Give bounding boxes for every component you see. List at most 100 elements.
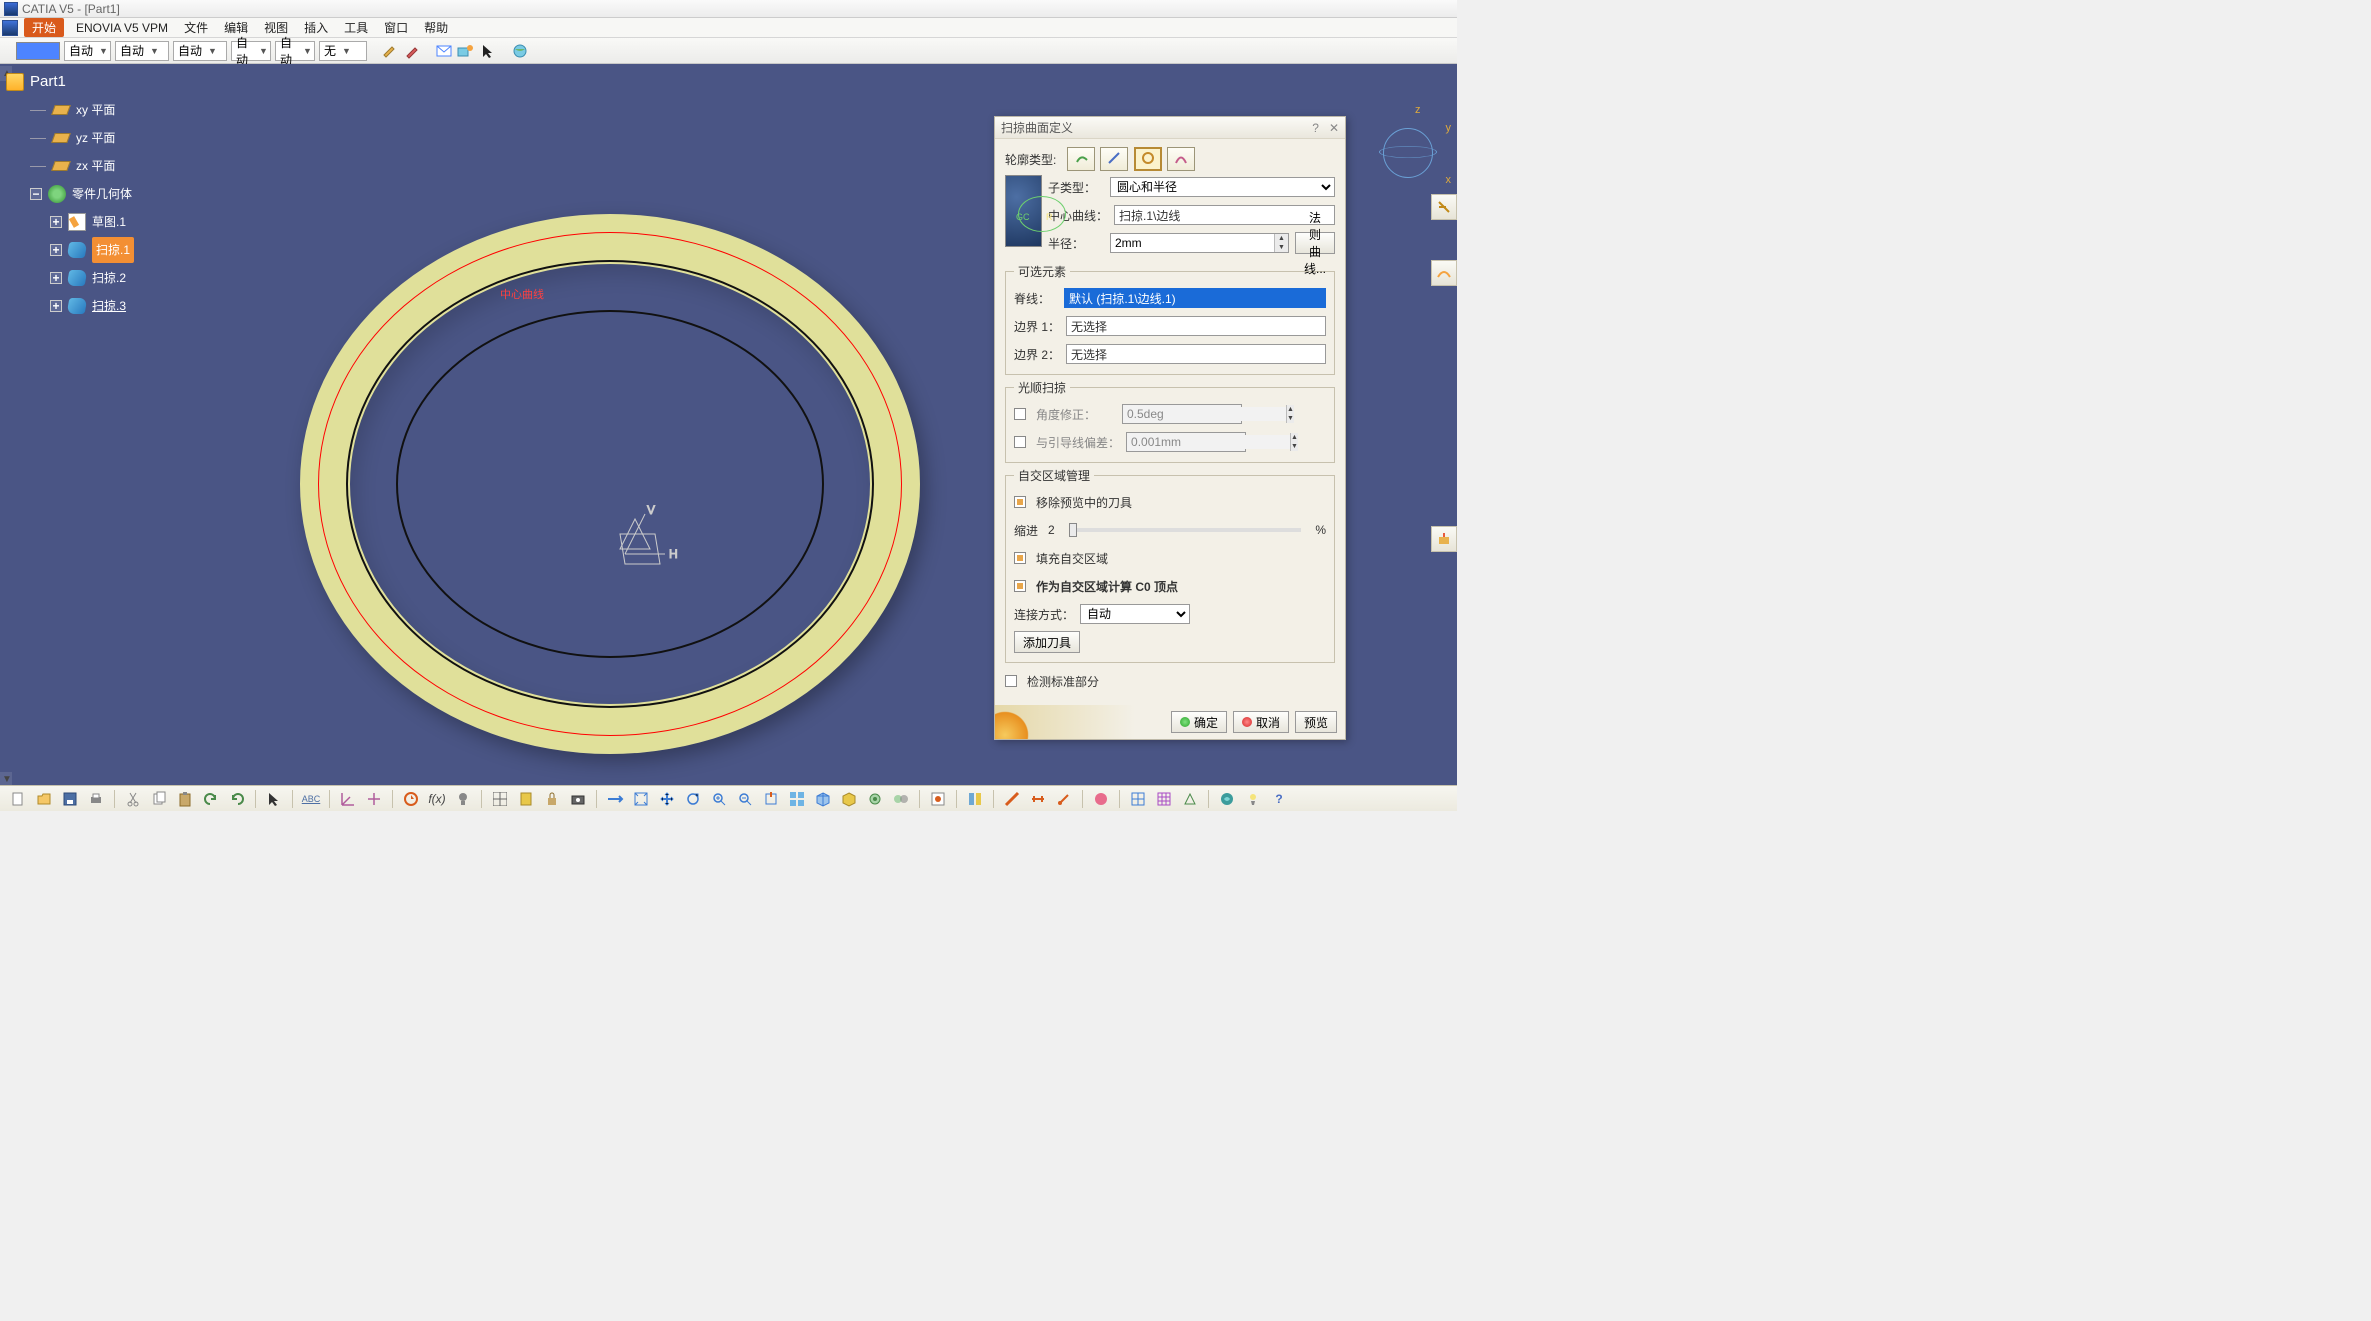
color-swatch[interactable] [16,42,60,60]
envelope-icon[interactable] [435,42,453,60]
setback-slider[interactable] [1069,528,1302,532]
fit-all-icon[interactable] [631,789,651,809]
canonical-checkbox[interactable] [1005,675,1017,687]
paint-icon[interactable] [381,42,399,60]
views-grid2-icon[interactable] [1154,789,1174,809]
compass-3d[interactable]: y x z [1375,108,1445,198]
combo-3[interactable]: 自动▼ [173,41,227,61]
fill-twisted-checkbox[interactable] [1014,552,1026,564]
system-icon[interactable] [2,20,18,36]
tree-sweep-3[interactable]: + 扫掠.3 [50,292,134,320]
radius-spinner[interactable]: ▲▼ [1110,233,1289,253]
menu-window[interactable]: 窗口 [376,17,416,38]
combo-4[interactable]: 自动▼ [231,41,271,61]
open-icon[interactable] [34,789,54,809]
rotate-icon[interactable] [683,789,703,809]
expand-icon[interactable]: + [50,216,62,228]
material-icon[interactable] [1091,789,1111,809]
zoom-out-icon[interactable] [735,789,755,809]
profile-explicit-button[interactable] [1067,147,1095,171]
menu-enovia[interactable]: ENOVIA V5 VPM [68,19,176,37]
right-tool-2[interactable] [1431,260,1457,286]
update-icon[interactable] [401,789,421,809]
boundary1-input[interactable]: 无选择 [1066,316,1326,336]
tree-body[interactable]: − 零件几何体 [30,180,134,208]
perspective-icon[interactable] [1180,789,1200,809]
expand-icon[interactable]: + [50,272,62,284]
views-grid-icon[interactable] [1128,789,1148,809]
measure2-icon[interactable] [1028,789,1048,809]
light-icon[interactable] [1243,789,1263,809]
close-icon[interactable]: ✕ [1329,121,1339,135]
tree-plane-xy[interactable]: xy 平面 [30,96,134,124]
catalog-icon[interactable] [516,789,536,809]
connection-combo[interactable]: 自动 [1080,604,1190,624]
combo-6[interactable]: 无▼ [319,41,367,61]
measure3-icon[interactable] [1054,789,1074,809]
brush-icon[interactable] [403,42,421,60]
profile-line-button[interactable] [1100,147,1128,171]
vpm-icon[interactable] [457,42,475,60]
guide-deviation-checkbox[interactable] [1014,436,1026,448]
catalog2-icon[interactable] [965,789,985,809]
menu-start[interactable]: 开始 [24,18,64,37]
globe-icon[interactable] [511,42,529,60]
paste-icon[interactable] [175,789,195,809]
tree-root[interactable]: Part1 [6,68,134,96]
combo-5[interactable]: 自动▼ [275,41,315,61]
axis-icon[interactable] [338,789,358,809]
subtype-combo[interactable]: 圆心和半径 [1110,177,1335,197]
undo-icon[interactable] [201,789,221,809]
collapse-icon[interactable]: − [30,188,42,200]
pan-icon[interactable] [657,789,677,809]
fly-icon[interactable] [605,789,625,809]
tree-sweep-2[interactable]: + 扫掠.2 [50,264,134,292]
expand-icon[interactable]: + [50,300,62,312]
render-icon[interactable] [1217,789,1237,809]
preview-button[interactable]: 预览 [1295,711,1337,733]
boundary2-input[interactable]: 无选择 [1066,344,1326,364]
grid-icon[interactable] [490,789,510,809]
multi-view-icon[interactable] [787,789,807,809]
tree-plane-yz[interactable]: yz 平面 [30,124,134,152]
combo-1[interactable]: 自动▼ [64,41,111,61]
hide-show-icon[interactable] [865,789,885,809]
wb-toggle-icon[interactable] [928,789,948,809]
zoom-in-icon[interactable] [709,789,729,809]
iso-view-icon[interactable] [813,789,833,809]
pointer-icon[interactable] [264,789,284,809]
lock-icon[interactable] [542,789,562,809]
redo-icon[interactable] [227,789,247,809]
print-icon[interactable] [86,789,106,809]
axis2-icon[interactable] [364,789,384,809]
profile-circle-button[interactable] [1134,147,1162,171]
spine-input[interactable]: 默认 (扫掠.1\边线.1) [1064,288,1326,308]
abc-icon[interactable]: ABC [301,789,321,809]
capture-icon[interactable] [568,789,588,809]
tree-plane-zx[interactable]: zx 平面 [30,152,134,180]
workspace-3d-view[interactable]: ▲ ▼ Part1 xy 平面 yz 平面 zx 平面 − 零件几何体 + 草图… [0,64,1457,785]
normal-view-icon[interactable] [761,789,781,809]
tree-sweep-1[interactable]: + 扫掠.1 [50,236,134,264]
new-icon[interactable] [8,789,28,809]
law-button[interactable]: 法则曲线... [1295,232,1335,254]
knowledge-icon[interactable] [453,789,473,809]
dialog-titlebar[interactable]: 扫掠曲面定义 ? ✕ [995,117,1345,139]
center-curve-input[interactable]: 扫掠.1\边线 [1114,205,1335,225]
add-cutter-button[interactable]: 添加刀具 [1014,631,1080,653]
save-icon[interactable] [60,789,80,809]
tree-sketch-1[interactable]: + 草图.1 [50,208,134,236]
help-icon[interactable]: ? [1312,121,1319,135]
fx-icon[interactable]: f(x) [427,789,447,809]
combo-2[interactable]: 自动▼ [115,41,169,61]
copy-icon[interactable] [149,789,169,809]
menu-file[interactable]: 文件 [176,17,216,38]
what-icon[interactable]: ? [1269,789,1289,809]
swap-icon[interactable] [891,789,911,809]
angle-correction-checkbox[interactable] [1014,408,1026,420]
c0-vertices-checkbox[interactable] [1014,580,1026,592]
cut-icon[interactable] [123,789,143,809]
cursor-icon[interactable] [479,42,497,60]
right-tool-3[interactable] [1431,526,1457,552]
menu-help[interactable]: 帮助 [416,17,456,38]
